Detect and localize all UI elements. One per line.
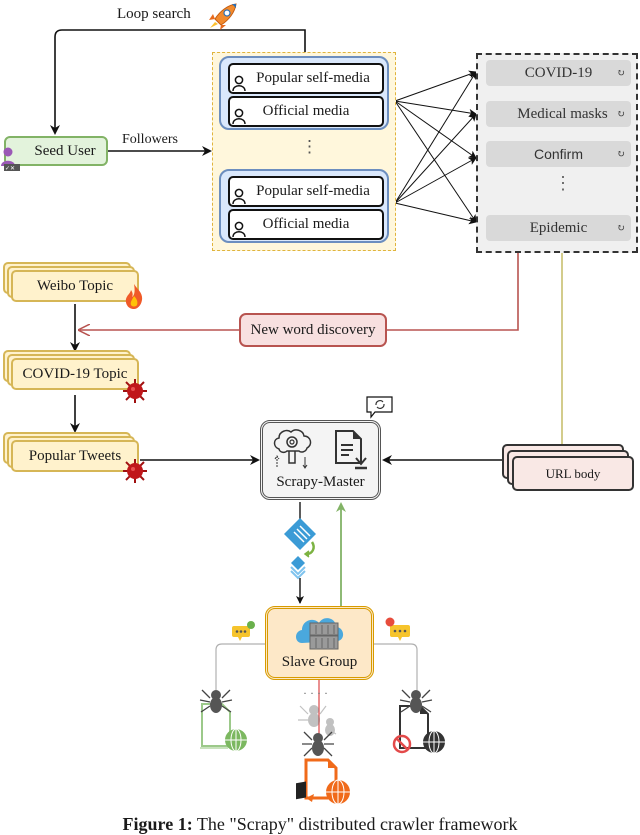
url-body-label: URL body [545,465,601,481]
media-keyword-edges [394,70,477,225]
slave-group-node[interactable]: Slave Group [265,606,374,680]
keyword-item[interactable]: Confirm ↻ [486,141,631,167]
virus-icon [123,459,147,483]
media-item-label: Popular self-media [256,70,370,86]
chat-error-icon [385,617,410,641]
keyword-label: Epidemic [529,219,588,236]
keyword-item[interactable]: Medical masks ↻ [486,101,631,127]
person-icon [232,75,246,91]
figure-caption-label: Figure 1: [122,814,193,834]
slave-ellipsis: · · · · [303,686,328,700]
media-group: Popular self-media Official media ⋮ Popu… [212,52,396,251]
media-item[interactable]: Official media [228,209,384,240]
spider-active-worker [296,705,350,805]
media-cluster-2: Popular self-media Official media [219,169,389,243]
media-cluster-1: Popular self-media Official media [219,56,389,130]
refresh-icon: ↻ [616,222,625,234]
spider-blocked-worker [392,689,445,754]
keywords-panel: COVID-19 ↻ Medical masks ↻ Confirm ↻ ⋮ E… [476,53,638,253]
document-download-icon [335,430,367,470]
new-word-discovery-node[interactable]: New word discovery [239,313,387,347]
chat-ok-icon [232,621,255,641]
keyword-label: Confirm [533,146,583,162]
fire-icon [125,284,143,309]
seed-user-label: Seed User [34,142,96,159]
media-item[interactable]: Official media [228,96,384,127]
keyword-label: Medical masks [517,105,608,122]
scrapy-master-label: Scrapy-Master [276,474,365,490]
media-item[interactable]: Popular self-media [228,63,384,94]
person-icon [232,108,246,124]
sync-bubble-icon [366,396,393,419]
media-ellipsis: ⋮ [301,137,318,156]
media-item-label: Official media [262,103,350,119]
gear-tree-icon [273,429,312,469]
figure-caption: Figure 1: The "Scrapy" distributed crawl… [0,814,640,835]
covid-topic-label: COVID-19 Topic [22,365,128,382]
queue-icon [284,518,316,580]
scrapy-master-node[interactable]: Scrapy-Master [260,420,381,500]
followers-label: Followers [122,132,178,147]
weibo-topic-label: Weibo Topic [36,277,114,294]
keyword-ellipsis: ⋮ [554,173,572,193]
media-item-label: Popular self-media [256,183,370,199]
keyword-label: COVID-19 [524,64,593,81]
media-item-label: Official media [262,216,350,232]
user-check-icon: ✓✕ [1,147,20,172]
loop-search-label: Loop search [117,6,191,22]
keyword-item[interactable]: COVID-19 ↻ [486,60,631,86]
person-icon [232,221,246,237]
refresh-icon: ↻ [616,67,625,79]
svg-text:✓✕: ✓✕ [5,165,15,172]
slave-group-label: Slave Group [281,654,358,670]
cloud-server-icon [296,618,344,650]
spider-success-worker [199,689,247,752]
new-word-discovery-label: New word discovery [250,321,376,338]
rocket-icon [209,3,237,30]
virus-icon [123,379,147,403]
refresh-icon: ↻ [616,148,625,160]
popular-tweets-label: Popular Tweets [28,447,122,464]
refresh-icon: ↻ [616,108,625,120]
figure-caption-text: The "Scrapy" distributed crawler framewo… [192,814,518,834]
media-item[interactable]: Popular self-media [228,176,384,207]
new-word-edge [387,253,519,331]
person-icon [232,188,246,204]
keyword-item[interactable]: Epidemic ↻ [486,215,631,241]
